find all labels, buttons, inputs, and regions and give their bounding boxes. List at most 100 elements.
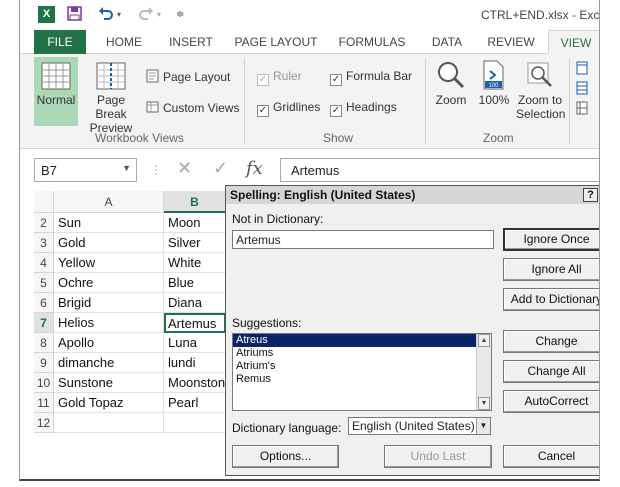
cancel-icon[interactable]: ✕ xyxy=(177,158,192,179)
row-header[interactable]: 2 xyxy=(34,213,54,233)
row-header[interactable]: 4 xyxy=(34,253,54,273)
custom-views-button[interactable]: Custom Views xyxy=(146,100,239,115)
cell-b[interactable]: Moon xyxy=(164,213,226,233)
list-item[interactable]: Atreus xyxy=(233,334,477,347)
ruler-checkbox[interactable]: ✓ Ruler xyxy=(257,69,302,86)
undo-last-button[interactable]: Undo Last xyxy=(384,445,492,468)
cancel-button[interactable]: Cancel xyxy=(503,445,599,468)
cell-b[interactable]: Diana xyxy=(164,293,226,313)
add-to-dictionary-button[interactable]: Add to Dictionary xyxy=(503,288,599,311)
ignore-once-button[interactable]: Ignore Once xyxy=(503,228,599,251)
name-box-value: B7 xyxy=(41,163,57,178)
group-separator xyxy=(244,58,245,144)
row-header[interactable]: 3 xyxy=(34,233,54,253)
select-all-corner[interactable] xyxy=(34,191,54,213)
row-header[interactable]: 7 xyxy=(34,313,54,333)
chevron-down-icon[interactable]: ▼ xyxy=(476,418,490,434)
change-button[interactable]: Change xyxy=(503,330,599,353)
undo-dropdown-icon[interactable]: ▾ xyxy=(117,10,121,19)
normal-view-button[interactable]: Normal xyxy=(34,57,78,126)
cell-a[interactable]: Gold xyxy=(54,233,164,253)
normal-view-icon xyxy=(41,62,71,90)
row-header[interactable]: 11 xyxy=(34,393,54,413)
cell-b[interactable]: Moonstone xyxy=(164,373,226,393)
options-button[interactable]: Options... xyxy=(232,445,339,468)
cell-a[interactable]: Brigid xyxy=(54,293,164,313)
cell-b[interactable]: Luna xyxy=(164,333,226,353)
tab-insert[interactable]: INSERT xyxy=(160,30,222,54)
cell-b[interactable]: Silver xyxy=(164,233,226,253)
cell-a[interactable]: Yellow xyxy=(54,253,164,273)
ignore-all-button[interactable]: Ignore All xyxy=(503,258,599,281)
tab-home[interactable]: HOME xyxy=(96,30,152,54)
change-all-button[interactable]: Change All xyxy=(503,360,599,383)
cell-a[interactable]: Ochre xyxy=(54,273,164,293)
list-item[interactable]: Atrium's xyxy=(233,360,477,373)
enter-icon[interactable]: ✓ xyxy=(213,158,228,179)
suggestions-list[interactable]: Atreus Atriums Atrium's Remus ▲ ▼ xyxy=(232,333,492,411)
column-header-b[interactable]: B xyxy=(164,191,226,213)
new-window-icon xyxy=(576,61,588,115)
customize-toolbar-icon[interactable]: ≑ xyxy=(176,9,184,20)
row-header[interactable]: 10 xyxy=(34,373,54,393)
close-icon[interactable]: X xyxy=(599,188,600,202)
cell-b[interactable]: White xyxy=(164,253,226,273)
magnifier-icon xyxy=(438,62,465,89)
name-box[interactable]: B7 ▼ xyxy=(34,158,137,182)
gridlines-checkbox[interactable]: ✓ Gridlines xyxy=(257,100,320,117)
cell-a[interactable]: Sun xyxy=(54,213,164,233)
scroll-up-icon[interactable]: ▲ xyxy=(478,334,490,347)
active-cell[interactable]: Artemus xyxy=(164,313,226,333)
zoom-100-button[interactable]: 100 100% xyxy=(474,57,514,126)
tab-formulas[interactable]: FORMULAS xyxy=(330,30,414,54)
page-layout-label: Page Layout xyxy=(163,70,231,84)
redo-dropdown-icon[interactable]: ▾ xyxy=(157,10,161,19)
zoom-button[interactable]: Zoom xyxy=(430,57,472,126)
redo-icon[interactable] xyxy=(138,6,154,23)
autocorrect-button[interactable]: AutoCorrect xyxy=(503,390,599,413)
undo-icon[interactable] xyxy=(98,6,114,23)
scrollbar[interactable]: ▲ ▼ xyxy=(476,334,491,410)
page-layout-button[interactable]: Page Layout xyxy=(146,69,230,84)
cell-b[interactable]: Blue xyxy=(164,273,226,293)
scroll-down-icon[interactable]: ▼ xyxy=(478,397,490,410)
not-in-dictionary-field[interactable]: Artemus xyxy=(232,230,494,249)
help-icon[interactable]: ? xyxy=(583,188,598,202)
cell-b[interactable] xyxy=(164,413,226,433)
formula-input[interactable]: Artemus xyxy=(280,158,599,182)
row-header[interactable]: 9 xyxy=(34,353,54,373)
page-break-preview-button[interactable]: Page Break Preview xyxy=(80,57,142,135)
cell-a[interactable]: Apollo xyxy=(54,333,164,353)
cell-a[interactable] xyxy=(54,413,164,433)
ruler-label: Ruler xyxy=(273,69,302,83)
save-icon[interactable] xyxy=(67,6,82,24)
window-group-icons[interactable] xyxy=(576,60,588,120)
checkbox-checked-icon: ✓ xyxy=(330,105,342,117)
headings-checkbox[interactable]: ✓ Headings xyxy=(330,100,397,117)
custom-views-label: Custom Views xyxy=(163,101,240,115)
formula-bar-label: Formula Bar xyxy=(346,69,413,83)
tab-data[interactable]: DATA xyxy=(420,30,474,54)
row-header[interactable]: 8 xyxy=(34,333,54,353)
zoom-to-selection-button[interactable]: Zoom to Selection xyxy=(516,57,565,126)
chevron-down-icon[interactable]: ▼ xyxy=(122,163,131,173)
list-item[interactable]: Atriums xyxy=(233,347,477,360)
tab-file[interactable]: FILE xyxy=(34,30,86,54)
column-header-a[interactable]: A xyxy=(54,191,164,213)
cell-a[interactable]: Sunstone xyxy=(54,373,164,393)
cell-a[interactable]: dimanche xyxy=(54,353,164,373)
list-item[interactable]: Remus xyxy=(233,373,477,386)
cell-b[interactable]: lundi xyxy=(164,353,226,373)
cell-b[interactable]: Pearl xyxy=(164,393,226,413)
tab-page-layout[interactable]: PAGE LAYOUT xyxy=(228,30,324,54)
row-header[interactable]: 12 xyxy=(34,413,54,433)
formula-bar-checkbox[interactable]: ✓ Formula Bar xyxy=(330,69,412,86)
row-header[interactable]: 6 xyxy=(34,293,54,313)
tab-view[interactable]: VIEW xyxy=(548,30,599,54)
cell-a[interactable]: Gold Topaz xyxy=(54,393,164,413)
row-header[interactable]: 5 xyxy=(34,273,54,293)
cell-a[interactable]: Helios xyxy=(54,313,164,333)
dictionary-language-select[interactable]: English (United States) ▼ xyxy=(348,417,491,435)
tab-review[interactable]: REVIEW xyxy=(480,30,542,54)
insert-function-icon[interactable]: fx xyxy=(246,158,263,179)
